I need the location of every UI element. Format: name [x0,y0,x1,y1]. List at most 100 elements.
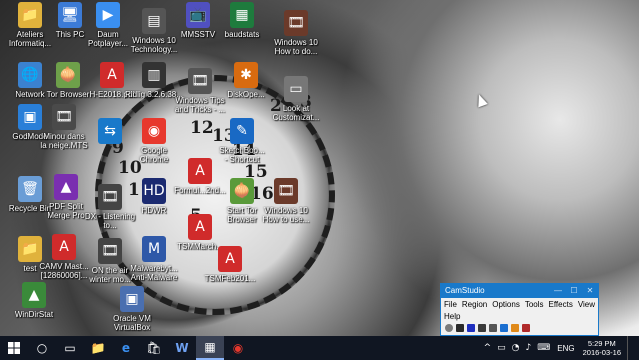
malwarebytes-icon: M [142,236,166,262]
close-button[interactable]: ✕ [582,284,598,298]
camstudio-title: CamStudio [445,286,485,295]
clock-time: 5:29 PM [587,339,616,348]
minimize-button[interactable]: — [550,284,566,298]
pdf-split-icon: ▲ [54,174,78,200]
windows-start-icon [8,342,20,354]
ridlig-icon: ▥ [142,62,166,88]
task-view-icon: ▭ [64,341,76,355]
start-tor-icon: 🧅 [230,178,254,204]
virtualbox-icon: ▣ [120,286,144,312]
search-button[interactable]: ○ [28,336,56,360]
action-center-icon[interactable]: ▭ [494,343,509,353]
desktop-icon-label: baudstats [224,30,260,39]
language-indicator[interactable]: ENG [553,344,578,353]
cortana-search-icon: ○ [36,341,48,355]
windows10-howto-1-icon: 🎞 [284,10,308,36]
chrome-icon: ◉ [232,341,244,355]
windows10-howto-2-icon: 🎞 [274,178,298,204]
camstudio-toolbar-button[interactable] [456,324,464,332]
camstudio-toolbar-button[interactable] [467,324,475,332]
keyboard-icon[interactable]: ⌨ [534,343,553,353]
windows10-tech-icon: ▤ [142,8,166,34]
desktop-icon-windows10-howto-2[interactable]: 🎞 Windows 10 How to use... [256,178,316,224]
menu-tools[interactable]: Tools [525,300,544,309]
desktop-icon-baudstats[interactable]: ▦ baudstats [212,2,272,39]
menu-region[interactable]: Region [462,300,487,309]
camstudio-toolbar-button[interactable] [522,324,530,332]
desktop-icon-malwarebytes[interactable]: M Malwarebyt... Anti-Malware [124,236,184,282]
dx-listening-icon: 🎞 [98,184,122,210]
look-at-icon: ▭ [284,76,308,102]
system-tray: ^ ▭ ◔ ♪ ⌨ ENG 5:29 PM 2016-03-16 [481,336,639,360]
toolbox-icon: ✱ [234,62,258,88]
taskbar: ○ ▭ 📁 e 🛍 W ▦ ◉ ^ ▭ ◔ ♪ ⌨ ENG 5:29 PM 20… [0,336,639,360]
camstudio-toolbar [441,322,598,334]
camstudio-toolbar-button[interactable] [489,324,497,332]
desktop-icon-virtualbox[interactable]: ▣ Oracle VM VirtualBox [102,286,162,332]
tor-browser-icon: 🧅 [56,62,80,88]
windirstat-icon: ▲ [22,282,46,308]
menu-view[interactable]: View [578,300,595,309]
camv-mast-icon: A [52,234,76,260]
camstudio-toolbar-button[interactable] [511,324,519,332]
camstudio-title-bar[interactable]: CamStudio — ☐ ✕ [441,284,598,298]
show-hidden-icons-button[interactable]: ^ [481,343,495,353]
desktop-icon-windirstat[interactable]: ▲ WinDirStat [4,282,64,319]
camstudio-icon: ▦ [204,340,216,354]
word-button[interactable]: W [168,336,196,360]
task-view-button[interactable]: ▭ [56,336,84,360]
camstudio-toolbar-button[interactable] [445,324,453,332]
teamviewer-icon: ⇆ [98,118,122,144]
camstudio-menu-bar: File Region Options Tools Effects View [441,298,598,310]
desktop-icon-look-at[interactable]: ▭ Look at Customizat... [266,76,326,122]
maximize-button[interactable]: ☐ [566,284,582,298]
camstudio-menu-bar-row2: Help [441,310,598,322]
ateliers-icon: 📁 [18,2,42,28]
edge-button[interactable]: e [112,336,140,360]
edge-icon: e [121,341,131,355]
camstudio-window[interactable]: CamStudio — ☐ ✕ File Region Options Tools Ef… [440,283,599,336]
camstudio-taskbar-button[interactable]: ▦ [196,336,224,360]
mmsstv-icon: 📺 [186,2,210,28]
google-chrome-icon: ◉ [142,118,166,144]
folder-icon: 📁 [90,341,106,355]
clock-date: 2016-03-16 [582,348,621,357]
camstudio-toolbar-button[interactable] [500,324,508,332]
desktop-icon-tsmfeb[interactable]: A TSMFeb201... [200,246,260,283]
store-button[interactable]: 🛍 [140,336,168,360]
desktop-icon-label: Windows 10 How to do... [274,38,318,56]
minou-icon: 🎞 [52,104,76,130]
desktop-icon-label: TSMFeb201... [204,274,256,283]
desktop-icon-label: WinDirStat [14,310,54,319]
chrome-button[interactable]: ◉ [224,336,252,360]
camstudio-toolbar-button[interactable] [478,324,486,332]
tsmmarch-icon: A [188,214,212,240]
network-icon[interactable]: ◔ [509,343,523,353]
menu-options[interactable]: Options [492,300,520,309]
hidf-pdf-icon: A [100,62,124,88]
baudstats-icon: ▦ [230,2,254,28]
clock[interactable]: 5:29 PM 2016-03-16 [579,339,627,357]
start-button[interactable] [0,336,28,360]
menu-file[interactable]: File [444,300,457,309]
hdwr-icon: HD [142,178,166,204]
volume-icon[interactable]: ♪ [523,343,535,353]
store-icon: 🛍 [146,341,162,355]
on-the-air-icon: 🎞 [98,238,122,264]
file-explorer-button[interactable]: 📁 [84,336,112,360]
tsmfeb-icon: A [218,246,242,272]
desktop-icon-label: Look at Customizat... [272,104,320,122]
menu-help[interactable]: Help [444,312,460,321]
desktop-icon-windows10-howto-1[interactable]: 🎞 Windows 10 How to do... [266,10,326,56]
desktop-icon-label: Malwarebyt... Anti-Malware [130,264,178,282]
daum-potplayer-icon: ▶ [96,2,120,28]
dial-number: 12 [190,118,214,138]
show-desktop-button[interactable] [627,336,639,360]
desktop-icon-label: Oracle VM VirtualBox [113,314,151,332]
formulaire-2-icon: A [188,158,212,184]
desktop-icon-label: Windows 10 How to use... [262,206,310,224]
word-icon: W [175,341,189,355]
sketchbook-icon: ✎ [230,118,254,144]
windows-tips-icon: 🎞 [188,68,212,94]
menu-effects[interactable]: Effects [549,300,573,309]
